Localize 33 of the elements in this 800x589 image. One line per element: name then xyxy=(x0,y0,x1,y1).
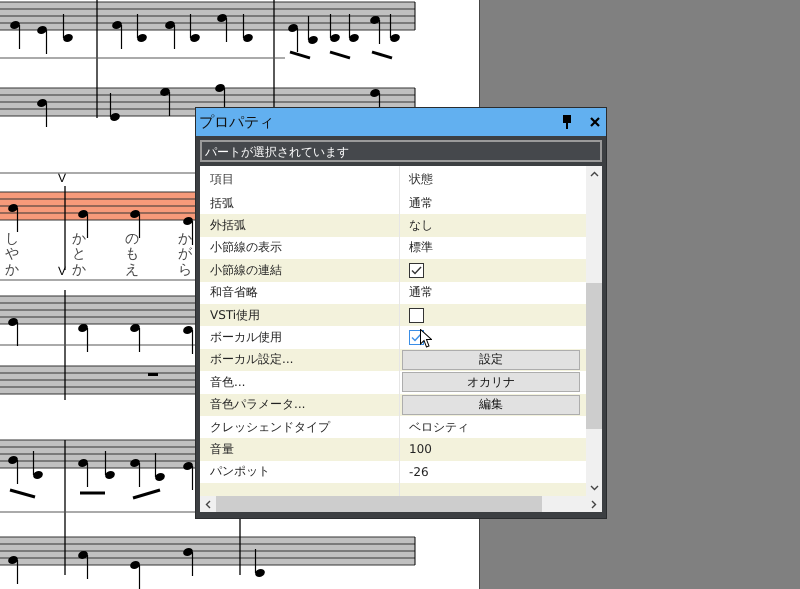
property-label: 外括弧 xyxy=(200,214,400,237)
checkbox[interactable] xyxy=(409,262,424,278)
property-label: 音量 xyxy=(200,438,400,461)
property-value: ベロシティ xyxy=(409,418,469,436)
property-value: -26 xyxy=(409,464,429,479)
property-value: 通常 xyxy=(409,194,433,212)
checkbox[interactable] xyxy=(409,308,424,323)
breath-mark: V xyxy=(58,172,66,184)
property-label: VSTi使用 xyxy=(200,304,400,326)
property-value: 標準 xyxy=(409,239,433,256)
pin-icon[interactable] xyxy=(560,114,574,130)
status-field: パートが選択されています xyxy=(200,140,602,162)
horizontal-scrollbar[interactable] xyxy=(200,496,602,512)
property-value: 100 xyxy=(409,442,432,456)
property-value: なし xyxy=(409,217,433,234)
property-label: 音色パラメータ... xyxy=(200,394,400,416)
property-button[interactable]: 設定 xyxy=(402,350,580,370)
property-button[interactable]: オカリナ xyxy=(402,372,580,392)
vertical-scrollbar[interactable] xyxy=(586,166,602,496)
lyric-text: かがら xyxy=(178,232,192,278)
property-value: 通常 xyxy=(409,284,433,302)
column-header: 項目 xyxy=(200,166,400,192)
lyric-text: しやか xyxy=(5,232,19,278)
lyric-text: のもえ xyxy=(125,232,139,278)
property-button[interactable]: 編集 xyxy=(402,394,580,415)
property-label: ボーカル設定... xyxy=(200,348,400,372)
scrollbar-thumb[interactable] xyxy=(586,283,602,429)
window-title: プロパティ xyxy=(199,112,275,132)
lyric-text: かとか xyxy=(72,232,86,278)
scrollbar-thumb[interactable] xyxy=(216,496,542,512)
column-header: 状態 xyxy=(408,170,434,188)
mouse-pointer-icon xyxy=(420,329,432,348)
property-label: 小節線の連結 xyxy=(200,259,400,282)
